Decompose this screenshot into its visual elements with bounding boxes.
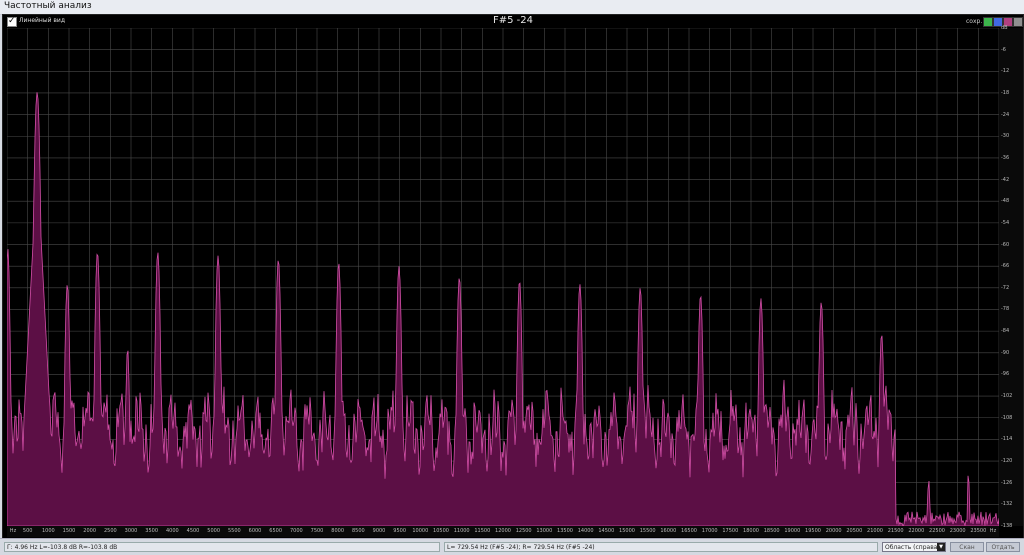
- y-tick-label: -18: [1001, 89, 1010, 96]
- x-tick-label: 3000: [124, 528, 138, 534]
- y-tick-label: -78: [1001, 306, 1010, 313]
- y-tick-label: -72: [1001, 284, 1010, 291]
- scan-button[interactable]: Скан: [950, 542, 984, 552]
- green-button[interactable]: [983, 17, 993, 27]
- y-tick-label: -90: [1001, 349, 1010, 356]
- x-tick-label: 1000: [41, 528, 55, 534]
- close-button[interactable]: Отдать: [986, 542, 1020, 552]
- x-tick-label: 13000: [536, 528, 553, 534]
- region-select-value: Область (справа о: [885, 544, 944, 551]
- y-tick-label: -126: [1001, 479, 1013, 486]
- spectrum-panel: ✓ Линейный вид F#5 -24 сохр. dB -6 -12 -18 -…: [2, 14, 1024, 540]
- y-tick-label: -24: [1001, 111, 1010, 118]
- y-tick-label: -108: [1001, 414, 1013, 421]
- region-select[interactable]: Область (справа о ▼: [882, 542, 946, 552]
- x-tick-label: 3500: [145, 528, 159, 534]
- chevron-down-icon[interactable]: ▼: [937, 543, 945, 551]
- x-tick-label: 11500: [474, 528, 491, 534]
- x-tick-label: 10500: [433, 528, 449, 534]
- y-tick-label: -96: [1001, 371, 1010, 378]
- x-tick-label: 13500: [557, 528, 573, 534]
- x-tick-label: 21000: [867, 528, 883, 534]
- x-tick-label: 18500: [763, 528, 780, 534]
- y-tick-label: -48: [1001, 198, 1010, 205]
- x-tick-label: 20000: [825, 528, 842, 534]
- x-tick-label: Hz: [9, 528, 17, 534]
- spectrum-plot[interactable]: [7, 28, 999, 526]
- x-tick-label: 4000: [165, 528, 179, 534]
- x-tick-label: 19000: [784, 528, 801, 534]
- x-tick-label: 19500: [805, 528, 821, 534]
- x-tick-label: 17000: [701, 528, 718, 534]
- y-tick-label: -36: [1001, 154, 1010, 161]
- y-tick-label: -102: [1001, 393, 1013, 400]
- x-tick-label: 8000: [331, 528, 345, 534]
- x-tick-label: 9000: [372, 528, 386, 534]
- gray-button[interactable]: [1013, 17, 1023, 27]
- x-tick-label: 17500: [722, 528, 739, 534]
- y-tick-label: -114: [1001, 436, 1013, 443]
- x-tick-label: 20500: [846, 528, 863, 534]
- x-tick-label: 15500: [639, 528, 656, 534]
- x-tick-label: 21500: [887, 528, 904, 534]
- x-tick-label: 14000: [577, 528, 594, 534]
- x-tick-label: 4500: [186, 528, 200, 534]
- x-tick-label: 5000: [207, 528, 221, 534]
- x-tick-label: 11000: [453, 528, 470, 534]
- y-tick-label: -120: [1001, 458, 1013, 465]
- peak-readout: L= 729.54 Hz (F#5 -24); R= 729.54 Hz (F#…: [444, 542, 878, 552]
- x-tick-label: 8500: [351, 528, 365, 534]
- x-tick-label: 2500: [103, 528, 117, 534]
- y-tick-label: -66: [1001, 263, 1010, 270]
- x-tick-label: 6500: [269, 528, 283, 534]
- x-tick-label: 23500: [970, 528, 987, 534]
- y-tick-label: -6: [1001, 46, 1006, 53]
- y-tick-label: -54: [1001, 219, 1010, 226]
- frequency-axis: Hz 500 1000 1500 2000 2500 3000 3500 4000 4500 500…: [7, 526, 999, 537]
- x-tick-label: 9500: [393, 528, 407, 534]
- db-axis: dB -6 -12 -18 -24 -30 -36 -42 -48 -54 -60 -66 -72 -78…: [999, 25, 1023, 529]
- x-tick-label: 5500: [227, 528, 241, 534]
- x-tick-label: 6000: [248, 528, 262, 534]
- save-label[interactable]: сохр.: [966, 18, 982, 25]
- x-tick-label: Hz: [989, 528, 997, 534]
- x-tick-label: 15000: [619, 528, 635, 534]
- y-tick-label: -12: [1001, 68, 1010, 75]
- y-tick-label: -132: [1001, 501, 1013, 508]
- y-tick-label: -30: [1001, 133, 1010, 140]
- status-bar: Г: 4.96 Hz L=-103.8 dB R=-103.8 dB L= 72…: [0, 538, 1024, 555]
- x-tick-label: 12500: [515, 528, 532, 534]
- panel-header: ✓ Линейный вид F#5 -24 сохр.: [3, 15, 1023, 28]
- window-titlebar: Частотный анализ: [0, 0, 1024, 15]
- x-tick-label: 12000: [495, 528, 511, 534]
- x-tick-label: 7500: [310, 528, 324, 534]
- x-tick-label: 23000: [949, 528, 966, 534]
- x-tick-label: 22000: [908, 528, 925, 534]
- graph-title: F#5 -24: [492, 15, 533, 26]
- x-tick-label: 7000: [289, 528, 303, 534]
- x-tick-label: 2000: [83, 528, 97, 534]
- cursor-readout: Г: 4.96 Hz L=-103.8 dB R=-103.8 dB: [4, 542, 440, 552]
- y-tick-label: dB: [1001, 25, 1008, 31]
- x-tick-label: 1500: [62, 528, 76, 534]
- y-tick-label: -42: [1001, 176, 1010, 183]
- y-tick-label: -60: [1001, 241, 1010, 248]
- y-tick-label: -84: [1001, 328, 1010, 335]
- x-tick-label: 500: [22, 528, 33, 534]
- x-tick-label: 14500: [598, 528, 615, 534]
- y-tick-label: -138: [1001, 523, 1013, 529]
- window-title: Частотный анализ: [4, 1, 92, 11]
- x-tick-label: 18000: [743, 528, 759, 534]
- x-tick-label: 10000: [412, 528, 429, 534]
- x-tick-label: 22500: [929, 528, 945, 534]
- x-tick-label: 16500: [681, 528, 697, 534]
- x-tick-label: 16000: [660, 528, 677, 534]
